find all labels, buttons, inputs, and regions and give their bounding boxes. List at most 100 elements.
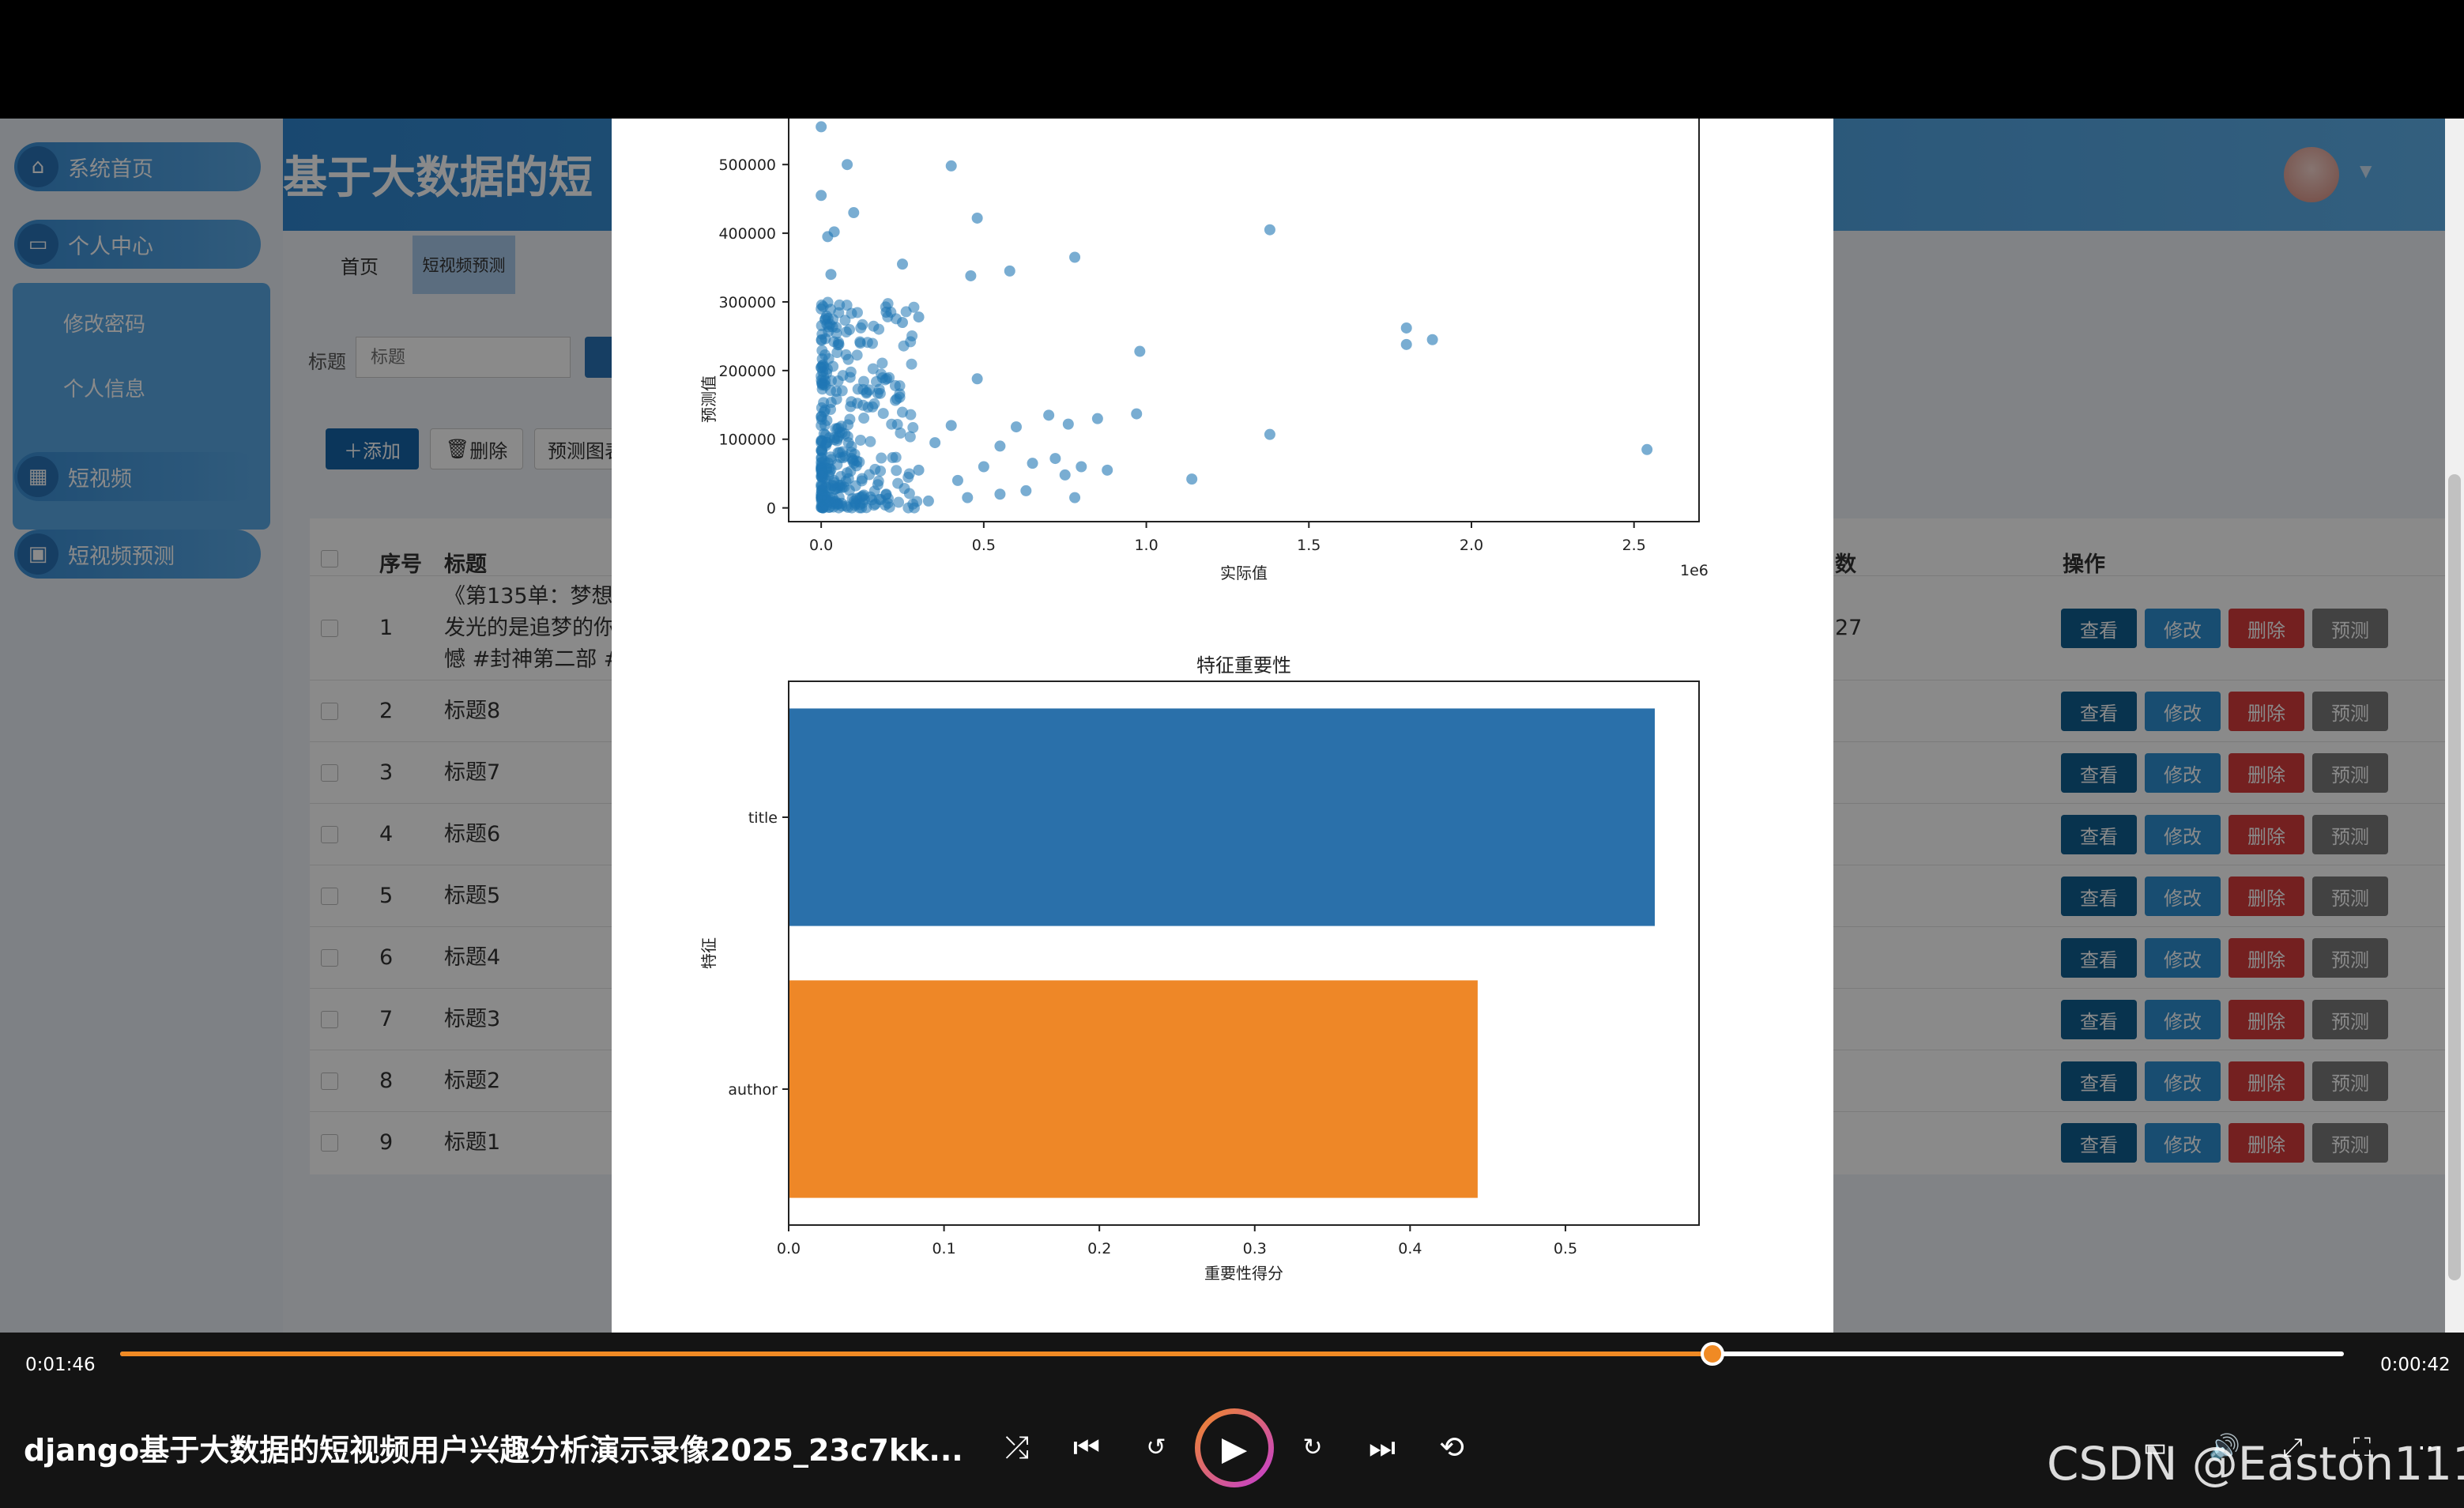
scatter-point bbox=[945, 420, 957, 432]
scatter-point bbox=[816, 190, 827, 202]
scatter-point bbox=[897, 317, 908, 329]
video-frame: ⌂ 系统首页 ▭ 个人中心 修改密码 个人信息 ▦ 短视频 ▣ 短视频预测 基于… bbox=[0, 0, 2464, 1508]
rewind-10-icon[interactable]: ↺ bbox=[1136, 1427, 1176, 1467]
scatter-point bbox=[965, 270, 977, 281]
scatter-point bbox=[971, 212, 983, 224]
previous-icon[interactable]: ⏮ bbox=[1067, 1427, 1106, 1467]
scatter-point bbox=[1264, 224, 1275, 236]
play-icon: ▶ bbox=[1200, 1414, 1268, 1482]
scatter-point bbox=[945, 160, 957, 172]
bar-author bbox=[789, 980, 1478, 1198]
bar-y-label: 特征 bbox=[699, 937, 718, 969]
scatter-point bbox=[858, 494, 870, 506]
scatter-x-tick-label: 1.5 bbox=[1297, 537, 1321, 554]
loop-icon[interactable]: ⟲ bbox=[1432, 1427, 1471, 1467]
scatter-point bbox=[845, 466, 857, 477]
bar-x-tick-label: 0.3 bbox=[1243, 1240, 1267, 1257]
scatter-point bbox=[872, 475, 884, 487]
scatter-point bbox=[851, 307, 863, 319]
scatter-point bbox=[971, 373, 983, 385]
scatter-point bbox=[978, 461, 989, 473]
scatter-point bbox=[869, 463, 881, 475]
scatter-point bbox=[828, 477, 840, 488]
bar-x-tick-label: 0.5 bbox=[1554, 1240, 1577, 1257]
scatter-point bbox=[842, 159, 853, 171]
progress-fill bbox=[120, 1352, 1712, 1356]
scatter-x-tick-label: 1.0 bbox=[1134, 537, 1158, 554]
scatter-point bbox=[825, 385, 837, 397]
scatter-point bbox=[913, 464, 925, 476]
scatter-plot-frame bbox=[788, 119, 1700, 522]
scatter-point bbox=[902, 471, 914, 483]
scatter-point bbox=[831, 322, 842, 334]
scatter-point bbox=[868, 320, 880, 332]
scatter-point bbox=[880, 500, 891, 511]
scatter-point bbox=[819, 438, 831, 450]
scatter-point bbox=[895, 427, 906, 439]
scatter-point bbox=[825, 397, 837, 409]
scatter-point bbox=[962, 492, 974, 503]
scatter-point bbox=[905, 409, 917, 420]
scatter-point bbox=[1134, 345, 1146, 357]
scatter-point bbox=[877, 408, 889, 420]
scatter-point bbox=[822, 492, 834, 503]
scatter-point bbox=[899, 483, 910, 495]
bar-category-label: author bbox=[728, 1081, 778, 1099]
scatter-point bbox=[839, 315, 851, 326]
scatter-point bbox=[845, 401, 857, 413]
shuffle-icon[interactable]: ⤮ bbox=[997, 1427, 1037, 1467]
scatter-point bbox=[1641, 443, 1653, 455]
scatter-point bbox=[1102, 464, 1113, 476]
scatter-point bbox=[844, 371, 856, 383]
next-icon[interactable]: ⏭ bbox=[1362, 1427, 1402, 1467]
forward-30-icon[interactable]: ↻ bbox=[1293, 1427, 1332, 1467]
scatter-point bbox=[822, 231, 834, 243]
scatter-point bbox=[856, 473, 868, 484]
scatter-point bbox=[908, 301, 920, 313]
scatter-point bbox=[1059, 469, 1071, 481]
scatter-point bbox=[858, 413, 870, 424]
video-player-controls: 0:01:46 0:00:42 django基于大数据的短视频用户兴趣分析演示录… bbox=[0, 1333, 2464, 1508]
time-current: 0:01:46 bbox=[25, 1355, 96, 1375]
scatter-point bbox=[1043, 409, 1055, 421]
scatter-point bbox=[890, 394, 902, 406]
scatter-point bbox=[951, 474, 963, 486]
scatter-point bbox=[1186, 473, 1198, 485]
scatter-point bbox=[825, 454, 837, 466]
scrollbar-thumb[interactable] bbox=[2448, 474, 2461, 1280]
bar-category-label: title bbox=[748, 809, 778, 827]
scatter-point bbox=[852, 383, 864, 395]
scatter-point bbox=[906, 358, 917, 370]
scatter-y-tick-label: 100000 bbox=[718, 432, 776, 449]
scatter-y-tick-label: 400000 bbox=[718, 225, 776, 243]
chart-canvas: 0.0 0.5 1.0 1.5 2.0 2.5 0 100000 200000 300000 400… bbox=[699, 119, 1709, 1283]
scatter-point bbox=[870, 375, 882, 387]
bar-x-tick-label: 0.1 bbox=[932, 1240, 955, 1257]
scatter-point bbox=[842, 431, 853, 443]
progress-knob[interactable] bbox=[1700, 1342, 1724, 1366]
play-button[interactable]: ▶ bbox=[1195, 1408, 1274, 1487]
scatter-point bbox=[913, 311, 925, 323]
scatter-point bbox=[846, 502, 857, 514]
scatter-point bbox=[886, 418, 898, 430]
bar-x-label: 重要性得分 bbox=[1204, 1264, 1283, 1283]
scatter-point bbox=[876, 357, 888, 369]
scatter-point bbox=[1400, 338, 1412, 350]
scatter-x-tick-label: 0.0 bbox=[809, 537, 833, 554]
progress-bar[interactable] bbox=[120, 1342, 2344, 1366]
scatter-point bbox=[854, 434, 866, 446]
scatter-x-tick-label: 2.0 bbox=[1460, 537, 1483, 554]
watermark: CSDN @Easton111 bbox=[2047, 1437, 2464, 1491]
bar-x-tick-label: 0.4 bbox=[1398, 1240, 1422, 1257]
scatter-point bbox=[857, 319, 868, 330]
scatter-y-label: 预测值 bbox=[699, 375, 718, 423]
scatter-x-tick-label: 2.5 bbox=[1622, 537, 1646, 554]
scatter-point bbox=[825, 269, 837, 281]
scatter-point bbox=[865, 435, 876, 447]
scatter-point bbox=[816, 121, 827, 133]
bar-x-tick-label: 0.2 bbox=[1087, 1240, 1111, 1257]
scatter-point bbox=[844, 413, 856, 425]
scatter-point bbox=[818, 406, 830, 418]
scatter-x-offset-label: 1e6 bbox=[1680, 562, 1709, 579]
scatter-point bbox=[906, 330, 918, 341]
